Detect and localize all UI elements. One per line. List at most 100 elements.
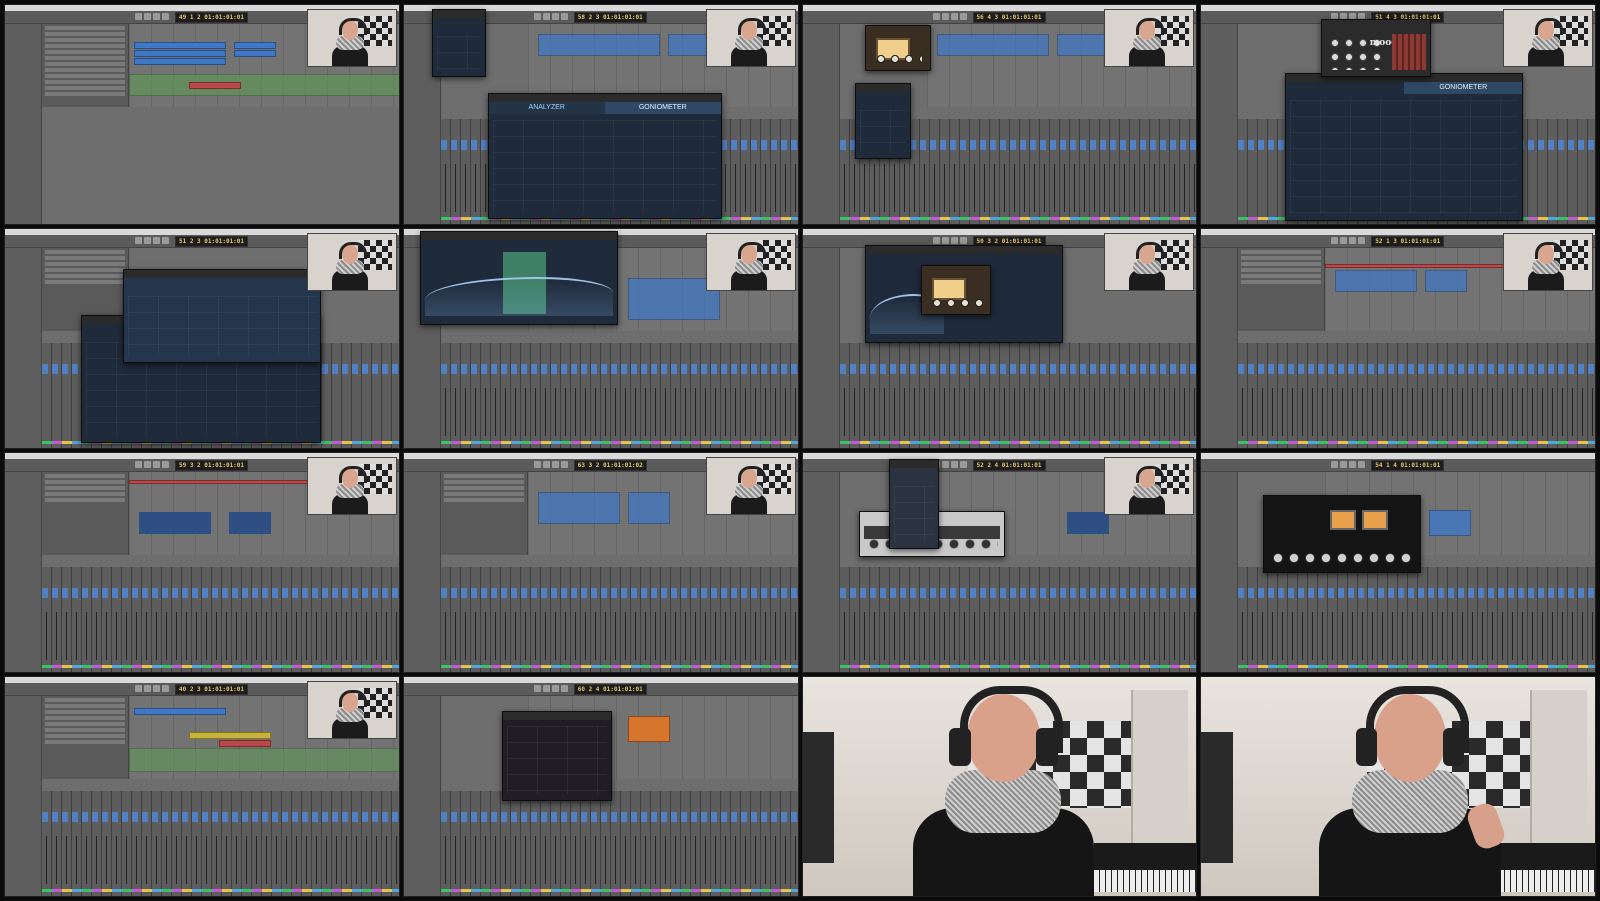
region[interactable] (134, 58, 226, 65)
plugin-vintage-window[interactable] (864, 25, 931, 71)
webcam-overlay (306, 233, 397, 291)
inspector-panel (1201, 24, 1239, 224)
inspector-panel (5, 472, 42, 672)
tile-2-daw: 58 2 3 01:01:01:01 ANALYZER GONIOMETER (402, 4, 799, 225)
plugin-window-small[interactable] (431, 9, 486, 77)
inspector-panel (5, 248, 42, 448)
region-orange[interactable] (627, 716, 670, 742)
tile-6-daw (402, 228, 799, 449)
region-red[interactable] (1325, 264, 1528, 268)
lcd-display: 52 1 3 01:01:01:01 (1371, 236, 1445, 247)
tab-goniometer[interactable]: GONIOMETER (1404, 82, 1523, 94)
plugin-analyzer-window[interactable]: ANALYZER GONIOMETER (487, 93, 722, 219)
mixer-faders[interactable] (839, 611, 1197, 660)
plugin-synth-window[interactable]: moog (1321, 19, 1432, 77)
lcd-display: 63 3 2 01:01:01:02 (573, 460, 647, 471)
lcd-display: 59 3 2 01:01:01:01 (175, 460, 249, 471)
plugin-compressor-window[interactable] (1263, 495, 1422, 573)
region-green[interactable] (129, 748, 399, 772)
region[interactable] (134, 50, 226, 57)
tab-analyzer[interactable]: ANALYZER (488, 102, 605, 114)
region[interactable] (537, 34, 660, 56)
mixer-faders[interactable] (440, 611, 798, 660)
lcd-display: 58 2 3 01:01:01:01 (573, 12, 647, 23)
mixer-faders[interactable] (839, 387, 1197, 436)
mixer-faders[interactable] (42, 835, 399, 884)
tile-11-daw: 52 2 4 01:01:01:01 (801, 452, 1198, 673)
plugin-channel-window[interactable] (888, 459, 939, 549)
webcam-overlay (306, 681, 397, 739)
inspector-panel (5, 24, 42, 224)
synth-panel (1391, 34, 1427, 70)
tile-5-daw: 51 2 3 01:01:01:01 (4, 228, 400, 449)
mixer-faders[interactable] (1238, 387, 1595, 436)
inspector-panel (1201, 248, 1239, 448)
region-red[interactable] (189, 82, 241, 89)
region[interactable] (229, 512, 271, 534)
track-list[interactable] (440, 472, 528, 556)
region[interactable] (1335, 270, 1418, 292)
region-red[interactable] (219, 740, 271, 747)
tile-1-daw: 49 1 2 01:01:01:01 (4, 4, 400, 225)
region[interactable] (234, 42, 276, 49)
tile-16-webcam (1200, 676, 1596, 897)
inspector-panel (1201, 472, 1239, 672)
webcam-overlay (306, 9, 397, 67)
webcam-overlay (705, 233, 796, 291)
region[interactable] (234, 50, 276, 57)
tile-14-daw: 60 2 4 01:01:01:01 (402, 676, 799, 897)
lcd-display: 49 1 2 01:01:01:01 (175, 12, 249, 23)
region[interactable] (537, 492, 620, 524)
region-yellow[interactable] (189, 732, 271, 739)
lcd-display: 51 2 3 01:01:01:01 (175, 236, 249, 247)
inspector-panel (5, 696, 42, 896)
mixer-faders[interactable] (440, 387, 798, 436)
tile-3-daw: 56 4 3 01:01:01:01 (801, 4, 1198, 225)
plugin-eq-window[interactable] (419, 231, 618, 325)
inspector-panel (802, 248, 840, 448)
mixer-faders[interactable] (839, 163, 1197, 212)
tile-9-daw: 59 3 2 01:01:01:01 (4, 452, 400, 673)
track-list[interactable] (42, 472, 129, 556)
lcd-display: 60 2 4 01:01:01:01 (573, 684, 647, 695)
keyboard-instruments (1093, 843, 1197, 892)
webcam-overlay (705, 457, 796, 515)
plugin-vintage-window[interactable] (920, 265, 991, 315)
region[interactable] (134, 42, 226, 49)
webcam-full-view (802, 677, 1197, 896)
region[interactable] (627, 492, 670, 524)
tile-7-daw: 50 3 2 01:01:01:01 (801, 228, 1198, 449)
plugin-window-small[interactable] (854, 83, 911, 159)
presenter (1319, 685, 1501, 896)
analyzer-graph (492, 120, 717, 212)
mixer-faders[interactable] (440, 835, 798, 884)
region[interactable] (1429, 510, 1472, 536)
plugin-goniometer-window[interactable]: GONIOMETER (1285, 73, 1524, 221)
lcd-display: 54 1 4 01:01:01:01 (1371, 460, 1445, 471)
track-list[interactable] (42, 696, 129, 780)
region-red[interactable] (129, 480, 331, 484)
webcam-overlay (1104, 9, 1195, 67)
analyzer-graph (1290, 100, 1519, 214)
plugin-eq-window[interactable] (123, 269, 321, 363)
tile-4-daw: 51 4 3 01:01:01:01 GONIOMETER moog (1200, 4, 1596, 225)
region[interactable] (139, 512, 211, 534)
tab-goniometer[interactable]: GONIOMETER (604, 102, 721, 114)
track-list[interactable] (1238, 248, 1326, 332)
region[interactable] (1066, 512, 1109, 534)
mixer-faders[interactable] (42, 611, 399, 660)
plugin-dark-window[interactable] (501, 711, 612, 801)
track-list[interactable] (42, 24, 129, 108)
region[interactable] (1425, 270, 1468, 292)
tile-13-daw: 40 2 3 01:01:01:01 (4, 676, 400, 897)
contact-sheet-grid: 49 1 2 01:01:01:01 58 2 3 01:01:01:01 AN… (4, 4, 1596, 897)
tile-8-daw: 52 1 3 01:01:01:01 (1200, 228, 1596, 449)
webcam-overlay (306, 457, 397, 515)
region[interactable] (134, 708, 226, 715)
region[interactable] (936, 34, 1049, 56)
inspector-panel (403, 472, 441, 672)
tile-12-daw: 54 1 4 01:01:01:01 (1200, 452, 1596, 673)
region-green[interactable] (129, 74, 399, 96)
mixer-faders[interactable] (1238, 611, 1595, 660)
webcam-full-view (1201, 677, 1595, 896)
